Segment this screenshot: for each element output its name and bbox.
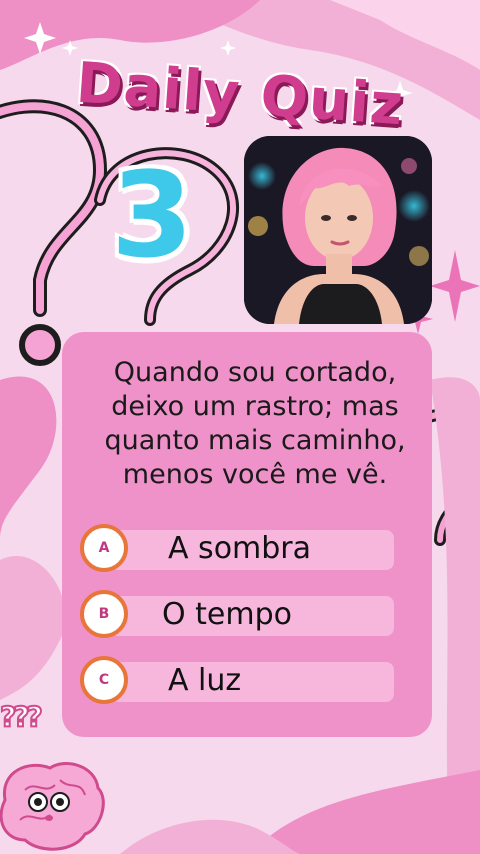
option-b[interactable]: B O tempo bbox=[80, 588, 400, 640]
question-line: Quando sou cortado, bbox=[113, 357, 397, 388]
option-letter-badge: A bbox=[80, 524, 128, 572]
avatar-illustration bbox=[244, 136, 432, 324]
option-letter-badge: B bbox=[80, 590, 128, 638]
option-a[interactable]: A A sombra bbox=[80, 522, 400, 574]
question-line: deixo um rastro; mas bbox=[111, 391, 399, 422]
host-avatar-image bbox=[244, 136, 432, 324]
option-text: A luz bbox=[168, 663, 242, 698]
option-letter-badge: C bbox=[80, 656, 128, 704]
option-text: O tempo bbox=[162, 597, 292, 632]
option-bar bbox=[110, 662, 394, 702]
question-line: quanto mais caminho, bbox=[104, 425, 406, 456]
question-marks-decoration: ??? bbox=[0, 699, 44, 734]
quiz-number: 3 bbox=[110, 146, 194, 284]
question-line: menos você me vê. bbox=[122, 459, 388, 490]
option-text: A sombra bbox=[168, 531, 312, 566]
question-text: Quando sou cortado, deixo um rastro; mas… bbox=[80, 356, 430, 492]
option-c[interactable]: C A luz bbox=[80, 654, 400, 706]
